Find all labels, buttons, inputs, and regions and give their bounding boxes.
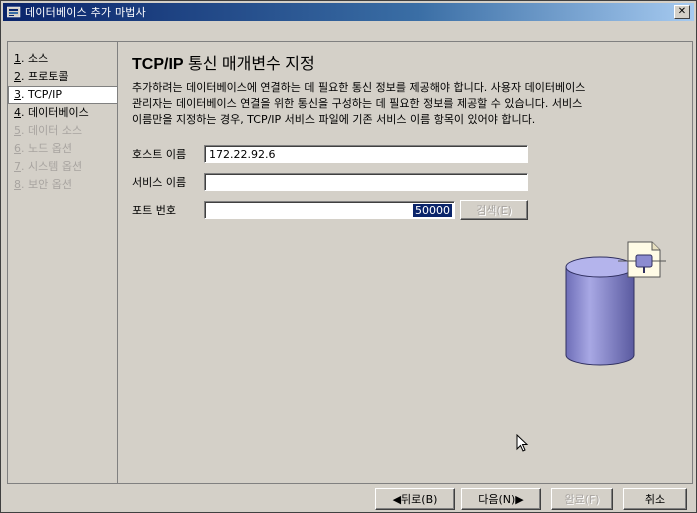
mouse-cursor-icon: [516, 434, 529, 452]
step-item[interactable]: 3. TCP/IP: [8, 86, 118, 104]
step-item[interactable]: 4. 데이터베이스: [8, 104, 117, 122]
port-row: 포트 번호 50000 검색(E): [132, 200, 528, 220]
button-bar: ◀뒤로(B) 다음(N)▶ 완료(F) 취소: [1, 483, 696, 512]
port-input[interactable]: 50000: [204, 201, 455, 219]
step-number: 6: [14, 142, 21, 155]
step-item[interactable]: 1. 소스: [8, 50, 117, 68]
service-row: 서비스 이름: [132, 172, 528, 192]
step-label: . 소스: [21, 52, 49, 65]
next-button[interactable]: 다음(N)▶: [461, 488, 541, 510]
page-title-rest: 통신 매개변수 지정: [183, 56, 315, 73]
finish-label: 완료(F): [564, 493, 600, 506]
step-label: . 노드 옵션: [21, 142, 72, 155]
browse-button[interactable]: 검색(E): [460, 200, 528, 220]
page-title-bold: TCP/IP: [132, 56, 184, 73]
step-item: 7. 시스템 옵션: [8, 158, 117, 176]
step-item[interactable]: 2. 프로토콜: [8, 68, 117, 86]
description-line: 추가하려는 데이터베이스에 연결하는 데 필요한 통신 정보를 제공해야 합니다…: [132, 81, 586, 94]
steps-list: 1. 소스 2. 프로토콜 3. TCP/IP 4. 데이터베이스 5. 데이터 소스 6…: [8, 42, 118, 194]
step-number: 3: [14, 88, 21, 101]
service-label: 서비스 이름: [132, 176, 187, 189]
step-label: . TCP/IP: [21, 88, 62, 101]
cancel-button[interactable]: 취소: [623, 488, 687, 510]
back-button[interactable]: ◀뒤로(B): [375, 488, 455, 510]
cancel-label: 취소: [644, 493, 666, 506]
step-number: 4: [14, 106, 21, 119]
service-input[interactable]: [204, 173, 528, 191]
host-value: 172.22.92.6: [209, 148, 276, 161]
step-label: . 시스템 옵션: [21, 160, 83, 173]
step-number: 5: [14, 124, 21, 137]
page-title: TCP/IP 통신 매개변수 지정: [132, 50, 315, 74]
database-cylinder-icon: [565, 241, 666, 366]
step-item: 8. 보안 옵션: [8, 176, 117, 194]
wizard-body: 1. 소스 2. 프로토콜 3. TCP/IP 4. 데이터베이스 5. 데이터 소스 6…: [7, 41, 693, 484]
step-label: . 데이터베이스: [21, 106, 89, 119]
host-row: 호스트 이름 172.22.92.6: [132, 144, 528, 164]
step-number: 2: [14, 70, 21, 83]
port-value: 50000: [413, 203, 452, 217]
description-line: 이름만을 지정하는 경우, TCP/IP 서비스 파일에 기존 서비스 이름 항…: [132, 113, 536, 126]
next-label: 다음(N)▶: [478, 493, 524, 506]
step-label: . 보안 옵션: [21, 178, 72, 191]
title-bar: 데이터베이스 추가 마법사 ✕: [3, 3, 694, 21]
close-icon: ✕: [677, 6, 687, 17]
step-number: 1: [14, 52, 21, 65]
host-input[interactable]: 172.22.92.6: [204, 145, 528, 163]
database-wizard-icon: [7, 6, 21, 18]
browse-label: 검색(E): [476, 204, 512, 217]
step-number: 8: [14, 178, 21, 191]
page-description: 추가하려는 데이터베이스에 연결하는 데 필요한 통신 정보를 제공해야 합니다…: [132, 80, 672, 128]
step-item: 6. 노드 옵션: [8, 140, 117, 158]
content-panel: TCP/IP 통신 매개변수 지정 추가하려는 데이터베이스에 연결하는 데 필…: [118, 42, 692, 483]
step-label: . 프로토콜: [21, 70, 69, 83]
step-item: 5. 데이터 소스: [8, 122, 117, 140]
menu-bar: [3, 22, 694, 40]
wizard-window: 데이터베이스 추가 마법사 ✕ 1. 소스 2. 프로토콜 3. TCP/IP 4. …: [0, 0, 697, 513]
step-label: . 데이터 소스: [21, 124, 83, 137]
description-line: 관리자는 데이터베이스 연결을 위한 통신을 구성하는 데 필요한 정보를 제공…: [132, 97, 583, 110]
host-label: 호스트 이름: [132, 148, 187, 161]
step-number: 7: [14, 160, 21, 173]
window-title: 데이터베이스 추가 마법사: [25, 6, 146, 19]
back-label: ◀뒤로(B): [392, 493, 438, 506]
steps-panel: 1. 소스 2. 프로토콜 3. TCP/IP 4. 데이터베이스 5. 데이터 소스 6…: [8, 42, 118, 483]
finish-button[interactable]: 완료(F): [551, 488, 613, 510]
port-label: 포트 번호: [132, 204, 176, 217]
close-button[interactable]: ✕: [674, 5, 690, 19]
